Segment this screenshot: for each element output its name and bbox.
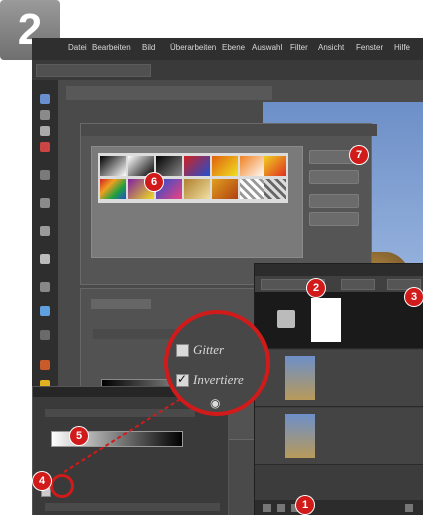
marker-4-ring (50, 474, 74, 498)
marker-3: 3 (405, 288, 423, 306)
marker-4: 4 (33, 472, 51, 490)
marker-7: 7 (350, 146, 368, 164)
marker-5: 5 (70, 427, 88, 445)
marker-6: 6 (145, 173, 163, 191)
marker-1: 1 (296, 496, 314, 514)
marker-2: 2 (307, 279, 325, 297)
callout-connector (63, 397, 183, 473)
